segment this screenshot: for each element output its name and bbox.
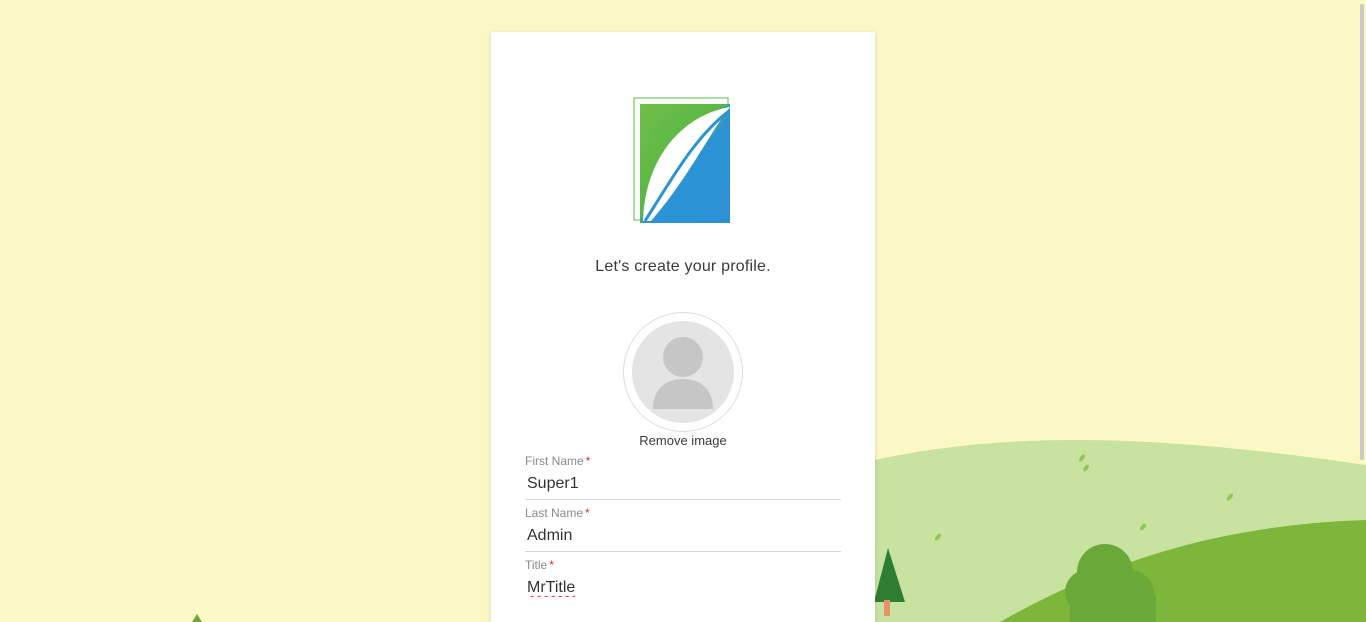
- scrollbar-thumb[interactable]: [1360, 4, 1364, 460]
- profile-card: Let's create your profile. Remove image …: [491, 32, 875, 622]
- user-placeholder-icon: [632, 321, 734, 423]
- last-name-label: Last Name *: [525, 506, 590, 520]
- last-name-field: Last Name *: [525, 505, 841, 552]
- title-label: Title *: [525, 558, 554, 572]
- title-input[interactable]: [525, 573, 841, 603]
- remove-image-link[interactable]: Remove image: [491, 433, 875, 448]
- avatar-upload[interactable]: [623, 312, 743, 432]
- last-name-input[interactable]: [525, 521, 841, 552]
- first-name-input[interactable]: [525, 469, 841, 500]
- page-heading: Let's create your profile.: [595, 258, 771, 275]
- leaf-book-logo-icon: [633, 97, 730, 223]
- first-name-field: First Name *: [525, 453, 841, 500]
- required-marker: *: [585, 454, 591, 468]
- first-name-label: First Name *: [525, 454, 591, 468]
- small-tree-icon: [192, 614, 202, 622]
- title-field: Title *: [525, 557, 841, 603]
- vertical-scrollbar[interactable]: [1358, 0, 1366, 622]
- required-marker: *: [549, 558, 554, 572]
- required-marker: *: [585, 506, 590, 520]
